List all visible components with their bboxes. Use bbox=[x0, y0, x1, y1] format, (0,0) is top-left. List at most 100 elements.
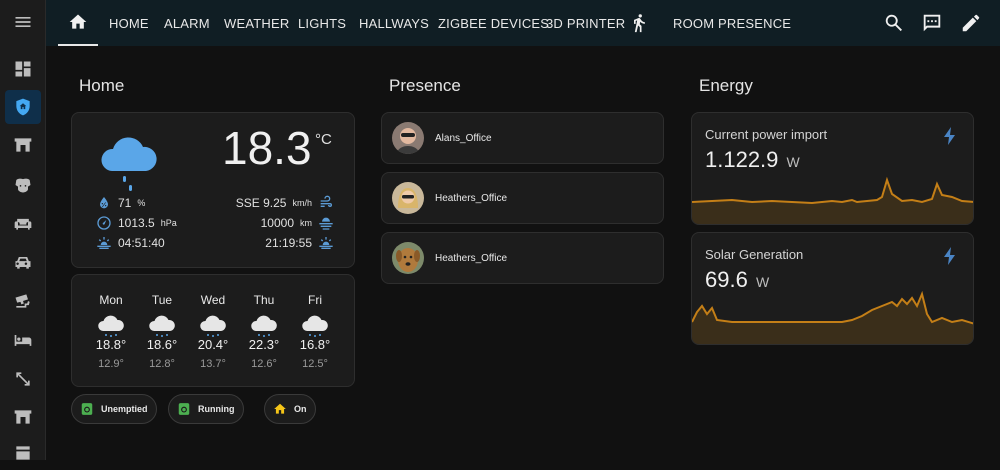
rainy-cloud-icon bbox=[200, 315, 226, 337]
forecast-low: 12.6° bbox=[251, 358, 277, 370]
sidebar-item-fireplace-2[interactable] bbox=[5, 400, 41, 434]
sunset-row: 21:19:55 bbox=[265, 235, 334, 251]
pressure-row: 1013.5 hPa bbox=[96, 215, 177, 231]
tab-home-icon[interactable] bbox=[58, 0, 98, 46]
assist-icon[interactable] bbox=[921, 12, 943, 34]
forecast-day-name: Mon bbox=[99, 293, 123, 307]
dog-icon bbox=[15, 178, 31, 193]
home-icon bbox=[69, 14, 87, 29]
solar-sparkline bbox=[692, 290, 973, 344]
visibility-unit: km bbox=[300, 218, 312, 228]
sidebar-item-pets[interactable] bbox=[5, 168, 41, 202]
sunset-icon bbox=[319, 237, 333, 249]
car-icon bbox=[15, 257, 31, 269]
chip-appliance-label: Running bbox=[198, 404, 235, 414]
forecast-low: 12.9° bbox=[98, 358, 124, 370]
avatar bbox=[392, 242, 424, 274]
forecast-card[interactable]: Mon 18.8° 12.9° Tue 18.6° 12.8° Wed 20.4° 13.7° T… bbox=[71, 274, 355, 387]
washing-machine-icon bbox=[178, 403, 190, 415]
tab-zigbee-devices[interactable]: ZIGBEE DEVICES bbox=[438, 0, 549, 46]
presence-person-2[interactable]: Heathers_Office bbox=[381, 172, 664, 224]
humidity-value: 71 bbox=[118, 196, 132, 210]
humidity-row: 71 % bbox=[96, 195, 145, 211]
washing-machine-icon bbox=[81, 403, 93, 415]
sunrise-icon bbox=[97, 237, 111, 249]
forecast-day-name: Thu bbox=[253, 293, 275, 307]
forecast-day-name: Wed bbox=[200, 293, 226, 307]
sidebar-item-living-room[interactable] bbox=[5, 206, 41, 240]
menu-icon[interactable] bbox=[5, 5, 41, 39]
home-icon bbox=[274, 403, 286, 414]
sidebar-item-cameras[interactable] bbox=[5, 284, 41, 318]
forecast-high: 22.3° bbox=[248, 337, 280, 352]
wind-unit: km/h bbox=[292, 198, 312, 208]
forecast-day: Fri 16.8° 12.5° bbox=[295, 293, 335, 370]
tab-motion[interactable] bbox=[629, 0, 649, 46]
fireplace-icon bbox=[14, 410, 32, 424]
home-title: Home bbox=[79, 76, 125, 95]
visibility-value: 10000 bbox=[260, 216, 294, 230]
flash-icon bbox=[944, 247, 955, 265]
rainy-cloud-icon bbox=[149, 315, 175, 337]
forecast-day: Tue 18.6° 12.8° bbox=[142, 293, 182, 370]
sidebar-item-more[interactable] bbox=[5, 436, 41, 470]
sidebar-item-security[interactable] bbox=[5, 90, 41, 124]
motion-sensor-icon bbox=[634, 13, 648, 33]
visibility-row: 10000 km bbox=[261, 215, 334, 231]
current-temperature: 18.3 bbox=[222, 122, 312, 174]
person-name: Heathers_Office bbox=[435, 192, 508, 204]
chip-home[interactable]: On bbox=[264, 394, 316, 424]
energy-title: Energy bbox=[699, 76, 753, 95]
bed-icon bbox=[14, 335, 32, 346]
sunset-time: 21:19:55 bbox=[265, 236, 312, 250]
sunrise-row: 04:51:40 bbox=[96, 235, 165, 251]
fog-icon bbox=[319, 217, 333, 230]
edit-pencil-icon[interactable] bbox=[960, 12, 982, 34]
search-icon[interactable] bbox=[883, 12, 905, 34]
rainy-cloud-icon bbox=[98, 315, 124, 337]
tab-hallways[interactable]: HALLWAYS bbox=[359, 0, 429, 46]
rainy-cloud-icon bbox=[251, 315, 277, 337]
sidebar-item-bedroom[interactable] bbox=[5, 323, 41, 357]
wind-icon bbox=[320, 195, 332, 207]
sidebar-item-dashboard[interactable] bbox=[5, 52, 41, 86]
sidebar-item-fireplace[interactable] bbox=[5, 128, 41, 162]
forecast-high: 18.6° bbox=[146, 337, 178, 352]
shield-home-icon bbox=[16, 98, 30, 116]
presence-title: Presence bbox=[389, 76, 461, 95]
forecast-high: 18.8° bbox=[95, 337, 127, 352]
tab-alarm[interactable]: ALARM bbox=[164, 0, 210, 46]
stove-icon bbox=[16, 446, 30, 460]
sidebar bbox=[0, 0, 46, 460]
chip-appliance[interactable]: Running bbox=[168, 394, 244, 424]
chip-bin[interactable]: Unemptied bbox=[71, 394, 157, 424]
forecast-day: Thu 22.3° 12.6° bbox=[244, 293, 284, 370]
forecast-day-name: Tue bbox=[151, 293, 173, 307]
rainy-cloud-icon bbox=[101, 137, 157, 191]
wind-value: SSE 9.25 bbox=[235, 196, 287, 210]
sidebar-item-car[interactable] bbox=[5, 245, 41, 279]
arrow-expand-icon bbox=[16, 372, 30, 386]
cctv-icon bbox=[15, 294, 30, 308]
tab-room-presence[interactable]: ROOM PRESENCE bbox=[673, 0, 791, 46]
forecast-day-name: Fri bbox=[308, 293, 322, 307]
forecast-low: 12.5° bbox=[302, 358, 328, 370]
weather-card[interactable]: 18.3 °C 71 % 1013.5 hPa 04:51:40 SSE 9.2… bbox=[71, 112, 355, 268]
solar-generation-card[interactable]: Solar Generation 69.6 W bbox=[691, 232, 974, 345]
water-percent-icon bbox=[100, 197, 108, 209]
forecast-day: Mon 18.8° 12.9° bbox=[91, 293, 131, 370]
power-import-card[interactable]: Current power import 1.122.9 W bbox=[691, 112, 974, 225]
sofa-icon bbox=[14, 218, 32, 230]
forecast-high: 20.4° bbox=[197, 337, 229, 352]
tab-3d-printer[interactable]: 3D PRINTER bbox=[546, 0, 625, 46]
presence-person-1[interactable]: Alans_Office bbox=[381, 112, 664, 164]
tab-weather[interactable]: WEATHER bbox=[224, 0, 289, 46]
flash-icon bbox=[944, 127, 955, 145]
presence-person-3[interactable]: Heathers_Office bbox=[381, 232, 664, 284]
dashboard-icon bbox=[15, 61, 31, 77]
tab-lights[interactable]: LIGHTS bbox=[298, 0, 346, 46]
person-name: Heathers_Office bbox=[435, 252, 508, 264]
person-name: Alans_Office bbox=[435, 132, 492, 144]
tab-home[interactable]: HOME bbox=[109, 0, 149, 46]
sidebar-item-hallway[interactable] bbox=[5, 362, 41, 396]
